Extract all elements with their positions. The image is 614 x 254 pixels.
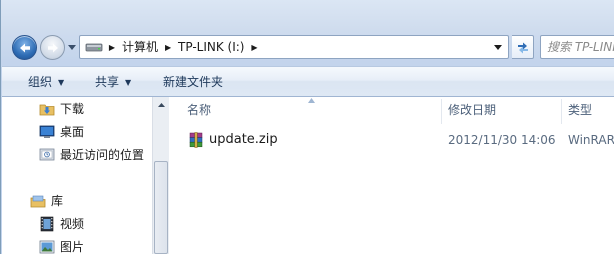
nav-item-label: 库 xyxy=(51,194,64,208)
back-button[interactable] xyxy=(12,35,37,60)
libraries-icon xyxy=(30,193,46,209)
search-input[interactable]: 搜索 TP-LINK xyxy=(540,35,614,59)
desktop-icon xyxy=(39,124,55,140)
breadcrumb-drive[interactable]: TP-LINK (I:) xyxy=(175,36,247,58)
new-folder-button[interactable]: 新建文件夹 xyxy=(163,67,223,97)
chevron-down-icon xyxy=(68,45,76,50)
scroll-up-button[interactable] xyxy=(153,97,169,113)
nav-item-label: 最近访问的位置 xyxy=(60,148,145,162)
breadcrumb-computer[interactable]: 计算机 xyxy=(119,36,161,58)
nav-item-label: 下载 xyxy=(60,102,85,116)
column-header-type[interactable]: 类型 xyxy=(568,97,592,124)
back-arrow-icon xyxy=(19,43,30,52)
chevron-down-icon: ▼ xyxy=(58,78,65,87)
new-folder-label: 新建文件夹 xyxy=(163,75,224,89)
recent-pages-button[interactable] xyxy=(68,44,76,52)
chevron-down-icon: ▼ xyxy=(125,78,132,87)
file-date-modified: 2012/11/30 14:06 xyxy=(448,133,556,147)
address-dropdown-button[interactable] xyxy=(492,36,504,58)
breadcrumb-separator-icon[interactable]: ▶ xyxy=(247,36,261,58)
winrar-archive-icon xyxy=(188,132,204,148)
pictures-icon xyxy=(39,239,55,254)
breadcrumb-separator-icon[interactable]: ▶ xyxy=(105,36,119,58)
nav-item-label: 桌面 xyxy=(60,125,85,139)
scrollbar-thumb[interactable] xyxy=(154,161,168,254)
column-header-date-modified[interactable]: 修改日期 xyxy=(448,97,496,124)
organize-menu-button[interactable]: 组织 ▼ xyxy=(28,67,64,97)
command-bar: 组织 ▼ 共享 ▼ 新建文件夹 xyxy=(2,66,614,97)
column-header-name[interactable]: 名称 xyxy=(187,97,211,124)
recent-places-icon xyxy=(39,147,55,163)
address-bar[interactable]: ▶ 计算机 ▶ TP-LINK (I:) ▶ xyxy=(79,35,509,59)
chevron-down-icon xyxy=(494,44,502,50)
forward-button[interactable] xyxy=(40,35,65,60)
refresh-button[interactable] xyxy=(512,35,534,59)
sort-ascending-icon xyxy=(308,98,315,103)
downloads-folder-icon xyxy=(39,101,55,117)
refresh-icon xyxy=(517,42,528,54)
file-row[interactable]: update.zip 2012/11/30 14:06 WinRAR xyxy=(182,129,614,151)
nav-item-desktop[interactable]: 桌面 xyxy=(39,121,84,143)
share-menu-button[interactable]: 共享 ▼ xyxy=(95,67,131,97)
explorer-window: ▶ 计算机 ▶ TP-LINK (I:) ▶ 搜索 TP-LINK 组织 ▼ 共享… xyxy=(0,0,614,254)
nav-item-libraries[interactable]: 库 xyxy=(30,190,63,212)
navigation-pane: 下载 桌面 最近访问的位置 库 视频 图片 xyxy=(2,97,152,254)
column-divider[interactable] xyxy=(561,99,562,124)
drive-icon xyxy=(83,36,105,58)
nav-item-pictures[interactable]: 图片 xyxy=(39,236,84,254)
file-type: WinRAR xyxy=(568,133,614,147)
videos-icon xyxy=(39,216,55,232)
nav-item-recent-places[interactable]: 最近访问的位置 xyxy=(39,144,144,166)
file-name[interactable]: update.zip xyxy=(209,129,278,151)
organize-label: 组织 xyxy=(28,75,53,89)
navigation-pane-scrollbar[interactable] xyxy=(152,97,169,254)
nav-item-label: 视频 xyxy=(60,217,85,231)
breadcrumb-separator-icon[interactable]: ▶ xyxy=(161,36,175,58)
nav-item-downloads[interactable]: 下载 xyxy=(39,98,84,120)
nav-item-label: 图片 xyxy=(60,240,85,254)
column-divider[interactable] xyxy=(441,99,442,124)
nav-item-videos[interactable]: 视频 xyxy=(39,213,84,235)
forward-arrow-icon xyxy=(47,43,58,52)
file-list: 名称 修改日期 类型 update.zip 2012/11/30 14:06 W… xyxy=(169,97,614,254)
chevron-up-icon xyxy=(157,103,165,107)
share-label: 共享 xyxy=(95,75,120,89)
